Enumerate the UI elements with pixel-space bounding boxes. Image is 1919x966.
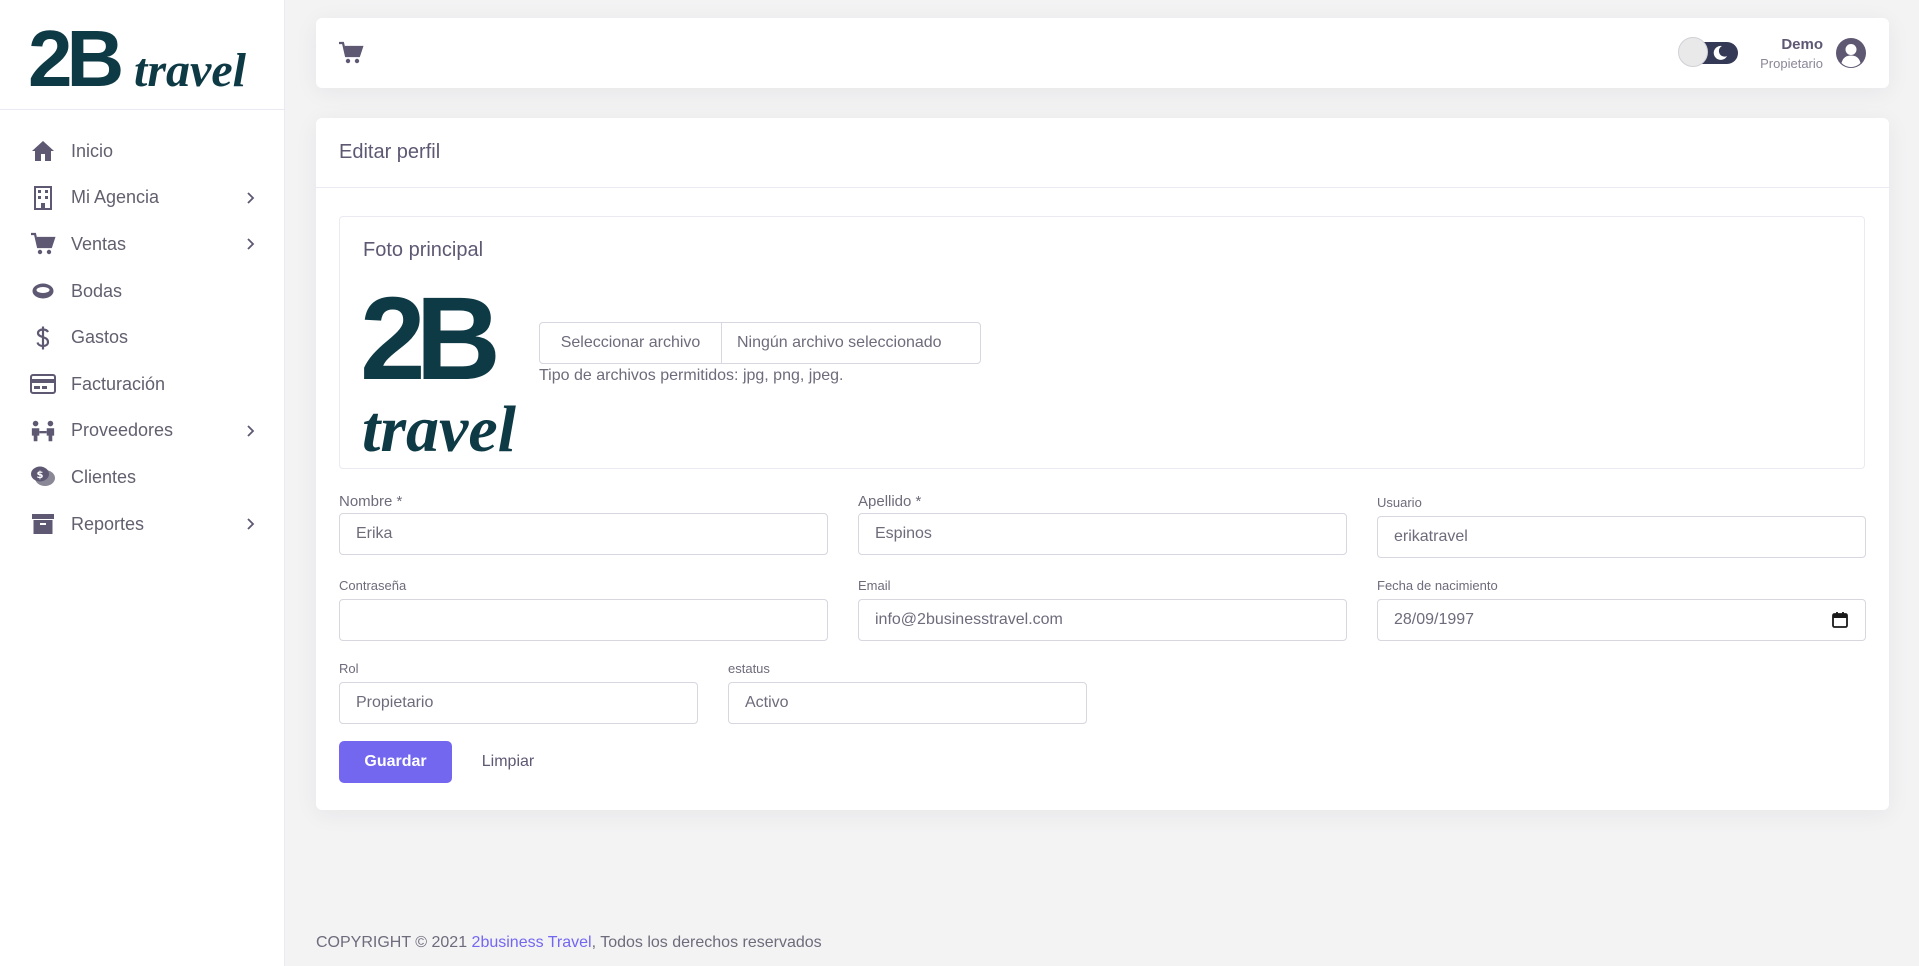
sidebar-item-label: Ventas [71, 233, 127, 254]
sidebar-item-label: Gastos [71, 327, 129, 348]
email-label: Email [858, 578, 891, 593]
dark-mode-toggle[interactable] [1678, 37, 1739, 67]
apellido-input-value[interactable] [875, 525, 1330, 543]
estatus-input[interactable] [728, 682, 1087, 724]
building-icon [30, 185, 56, 211]
cart-icon [30, 231, 56, 257]
rol-input-value[interactable] [356, 694, 681, 712]
file-type-hint: Tipo de archivos permitidos: jpg, png, j… [539, 367, 844, 384]
contrasena-field-group: Contraseña [339, 578, 828, 641]
fecha-label: Fecha de nacimiento [1377, 578, 1498, 593]
save-button[interactable]: Guardar [339, 741, 452, 783]
credit-card-icon [30, 371, 56, 397]
sidebar-item-label: Mi Agencia [71, 187, 160, 208]
archive-icon [30, 511, 56, 537]
contrasena-label: Contraseña [339, 578, 407, 593]
chevron-right-icon [244, 237, 258, 251]
sidebar-item-reportes[interactable]: Reportes [0, 501, 284, 548]
sidebar-nav: Inicio Mi Agencia Ventas Bodas Gastos Fa… [0, 110, 284, 547]
rol-label: Rol [339, 661, 359, 676]
logo-2b-travel: 2B travel [28, 14, 247, 103]
avatar-icon[interactable] [1835, 37, 1867, 69]
rol-field-group: Rol [339, 661, 698, 724]
user-info[interactable]: Demo Propietario [1760, 36, 1823, 71]
file-status: Ningún archivo seleccionado [737, 334, 942, 351]
svg-text:travel: travel [362, 393, 517, 461]
estatus-input-value[interactable] [745, 694, 1070, 712]
email-input-value[interactable] [875, 611, 1330, 629]
footer-copyright: COPYRIGHT © 2021 [316, 934, 472, 951]
usuario-label: Usuario [1377, 495, 1422, 510]
card-title: Editar perfil [316, 118, 1889, 188]
svg-text:travel: travel [134, 44, 247, 90]
brand-logo[interactable]: 2B travel [0, 0, 284, 110]
toggle-knob [1678, 37, 1709, 67]
chevron-right-icon [244, 517, 258, 531]
svg-text:$: $ [37, 470, 44, 481]
ring-icon [30, 278, 56, 304]
sidebar-item-bodas[interactable]: Bodas [0, 268, 284, 315]
people-icon [30, 418, 56, 444]
calendar-icon[interactable] [1831, 611, 1849, 629]
clear-button[interactable]: Limpiar [452, 741, 564, 783]
sidebar-item-proveedores[interactable]: Proveedores [0, 408, 284, 455]
sidebar-item-label: Inicio [71, 140, 114, 161]
contrasena-input-value[interactable] [356, 611, 811, 629]
profile-photo-preview: 2B travel [360, 273, 532, 466]
usuario-input-value[interactable] [1394, 528, 1849, 546]
estatus-label: estatus [728, 661, 770, 676]
email-field-group: Email [858, 578, 1347, 641]
nombre-input-value[interactable] [356, 525, 811, 543]
photo-section: Foto principal 2B travel Seleccionar arc… [339, 216, 1865, 469]
chevron-right-icon [244, 424, 258, 438]
sidebar: 2B travel Inicio Mi Agencia Ventas Bodas… [0, 0, 285, 966]
nombre-field-group: Nombre * [339, 493, 828, 555]
footer-rights: , Todos los derechos reservados [591, 934, 822, 951]
file-input[interactable]: Seleccionar archivo Ningún archivo selec… [539, 322, 981, 364]
apellido-label: Apellido * [858, 493, 922, 510]
select-file-button[interactable]: Seleccionar archivo [540, 323, 722, 363]
sidebar-item-label: Reportes [71, 513, 145, 534]
chevron-right-icon [244, 191, 258, 205]
cart-icon[interactable] [338, 38, 368, 68]
footer: COPYRIGHT © 2021 2business Travel, Todos… [316, 934, 822, 952]
sidebar-item-inicio[interactable]: Inicio [0, 128, 284, 175]
dollar-icon [30, 325, 56, 351]
rol-input[interactable] [339, 682, 698, 724]
fecha-field-group: Fecha de nacimiento [1377, 578, 1866, 641]
logo-2b-travel: 2B travel [360, 273, 517, 466]
user-role: Propietario [1760, 55, 1823, 71]
footer-company-link[interactable]: 2business Travel [472, 934, 592, 951]
fecha-input-value[interactable] [1394, 611, 1831, 629]
sidebar-item-label: Bodas [71, 280, 123, 301]
fecha-input[interactable] [1377, 599, 1866, 641]
sidebar-item-gastos[interactable]: Gastos [0, 314, 284, 361]
sidebar-item-label: Facturación [71, 373, 166, 394]
top-navbar: Demo Propietario [316, 18, 1889, 88]
user-name: Demo [1781, 35, 1823, 53]
sidebar-item-label: Proveedores [71, 420, 174, 441]
email-input[interactable] [858, 599, 1347, 641]
edit-profile-card: Editar perfil Foto principal 2B travel S… [316, 118, 1889, 810]
usuario-input[interactable] [1377, 516, 1866, 558]
nombre-input[interactable] [339, 513, 828, 555]
estatus-field-group: estatus [728, 661, 1087, 724]
apellido-input[interactable] [858, 513, 1347, 555]
sidebar-item-clientes[interactable]: $ Clientes [0, 454, 284, 501]
apellido-field-group: Apellido * [858, 493, 1347, 555]
contrasena-input[interactable] [339, 599, 828, 641]
sidebar-item-ventas[interactable]: Ventas [0, 221, 284, 268]
sidebar-item-mi-agencia[interactable]: Mi Agencia [0, 175, 284, 222]
svg-text:2B: 2B [362, 279, 496, 405]
nombre-label: Nombre * [339, 493, 403, 510]
chat-dollar-icon: $ [30, 464, 56, 490]
sidebar-item-label: Clientes [71, 466, 137, 487]
moon-icon [1712, 45, 1728, 61]
photo-section-title: Foto principal [363, 239, 484, 261]
home-icon [30, 138, 56, 164]
usuario-field-group: Usuario [1377, 495, 1866, 558]
sidebar-item-facturacion[interactable]: Facturación [0, 361, 284, 408]
svg-text:2B: 2B [28, 18, 121, 90]
